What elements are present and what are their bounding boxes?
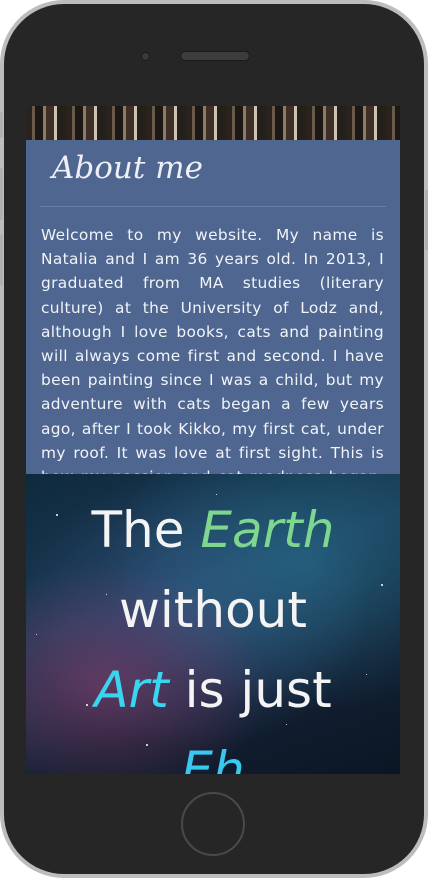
home-button[interactable] <box>181 792 245 856</box>
earpiece-speaker <box>180 51 250 61</box>
bookshelf-header-image <box>26 106 400 140</box>
mute-switch <box>0 112 3 138</box>
quote-word-is-just: is just <box>168 661 332 719</box>
front-camera <box>141 52 150 61</box>
quote-word-earth: Earth <box>200 501 335 559</box>
phone-screen[interactable]: About me Welcome to my website. My name … <box>26 106 400 774</box>
quote-word-art: Art <box>94 661 169 719</box>
quote-word-the: The <box>91 501 201 559</box>
quote-text: The Earth without Art is just Eh <box>26 490 400 774</box>
quote-line-4: Eh <box>181 741 245 774</box>
quote-line-3: Art is just <box>26 650 400 730</box>
about-title: About me <box>52 150 203 186</box>
about-section[interactable]: About me Welcome to my website. My name … <box>26 140 400 474</box>
about-bio-text: Welcome to my website. My name is Natali… <box>41 226 384 474</box>
galaxy-quote-image: The Earth without Art is just Eh <box>26 474 400 774</box>
quote-line-2: without <box>119 581 307 639</box>
title-divider <box>40 206 386 207</box>
volume-up-button <box>0 168 3 220</box>
quote-line-1: The Earth <box>26 490 400 570</box>
volume-down-button <box>0 234 3 286</box>
phone-frame: About me Welcome to my website. My name … <box>0 0 428 878</box>
